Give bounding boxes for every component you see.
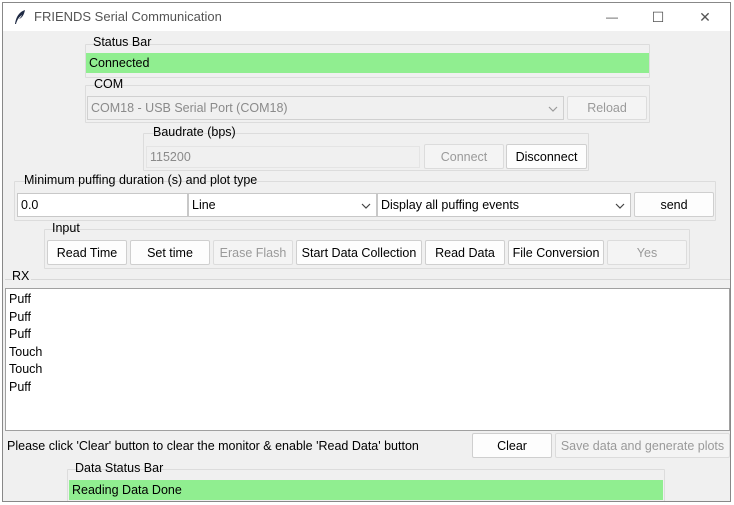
rx-label: RX [12,269,32,283]
data-status-label: Data Status Bar [75,461,164,475]
clear-hint-text: Please click 'Clear' button to clear the… [7,439,419,453]
title-bar: FRIENDS Serial Communication — ☐ ✕ [3,3,730,31]
feather-icon [13,9,27,25]
rx-line: Puff [9,292,32,306]
read-data-button[interactable]: Read Data [425,240,505,265]
puff-duration-input[interactable]: 0.0 [17,193,188,217]
rx-divider [5,279,730,280]
set-time-button[interactable]: Set time [130,240,210,265]
data-status-value: Reading Data Done [69,480,663,500]
file-conversion-button[interactable]: File Conversion [508,240,604,265]
rx-line: Touch [9,344,43,359]
save-data-button[interactable]: Save data and generate plots [555,433,730,458]
status-bar-label: Status Bar [93,35,152,49]
baudrate-field[interactable]: 115200 [146,146,420,168]
rx-line: Touch [9,362,43,376]
minimize-button[interactable]: — [589,3,635,31]
chevron-down-icon [547,103,559,113]
display-mode-selected: Display all puffing events [381,198,520,212]
maximize-button[interactable]: ☐ [635,3,681,31]
puffing-label: Minimum puffing duration (s) and plot ty… [24,173,258,187]
baudrate-label: Baudrate (bps) [153,125,236,139]
rx-line: Puff [9,379,32,394]
rx-monitor[interactable]: Puff Puff Puff Touch Touch Puff [5,288,730,431]
start-data-collection-button[interactable]: Start Data Collection [296,240,422,265]
clear-button[interactable]: Clear [472,433,552,458]
read-time-button[interactable]: Read Time [47,240,127,265]
maximize-icon: ☐ [651,8,665,25]
rx-line: Puff [9,309,32,324]
input-label: Input [52,221,80,235]
erase-flash-button[interactable]: Erase Flash [213,240,293,265]
minimize-icon: — [606,10,618,24]
app-window: FRIENDS Serial Communication — ☐ ✕ Statu… [2,2,731,502]
send-button[interactable]: send [634,192,714,217]
plot-type-select[interactable]: Line [188,193,377,217]
close-button[interactable]: ✕ [682,3,728,31]
plot-type-selected: Line [192,198,216,212]
com-port-selected: COM18 - USB Serial Port (COM18) [91,101,288,115]
connect-button[interactable]: Connect [424,144,504,169]
com-port-select[interactable]: COM18 - USB Serial Port (COM18) [87,96,564,120]
rx-line: Puff [9,327,32,341]
reload-button[interactable]: Reload [567,96,647,120]
com-label: COM [94,77,124,91]
window-title: FRIENDS Serial Communication [34,9,222,24]
close-icon: ✕ [699,8,711,25]
status-bar-value: Connected [86,53,649,73]
yes-button[interactable]: Yes [607,240,687,265]
chevron-down-icon [614,200,626,210]
display-mode-select[interactable]: Display all puffing events [377,193,631,217]
chevron-down-icon [360,200,372,210]
disconnect-button[interactable]: Disconnect [506,144,587,169]
